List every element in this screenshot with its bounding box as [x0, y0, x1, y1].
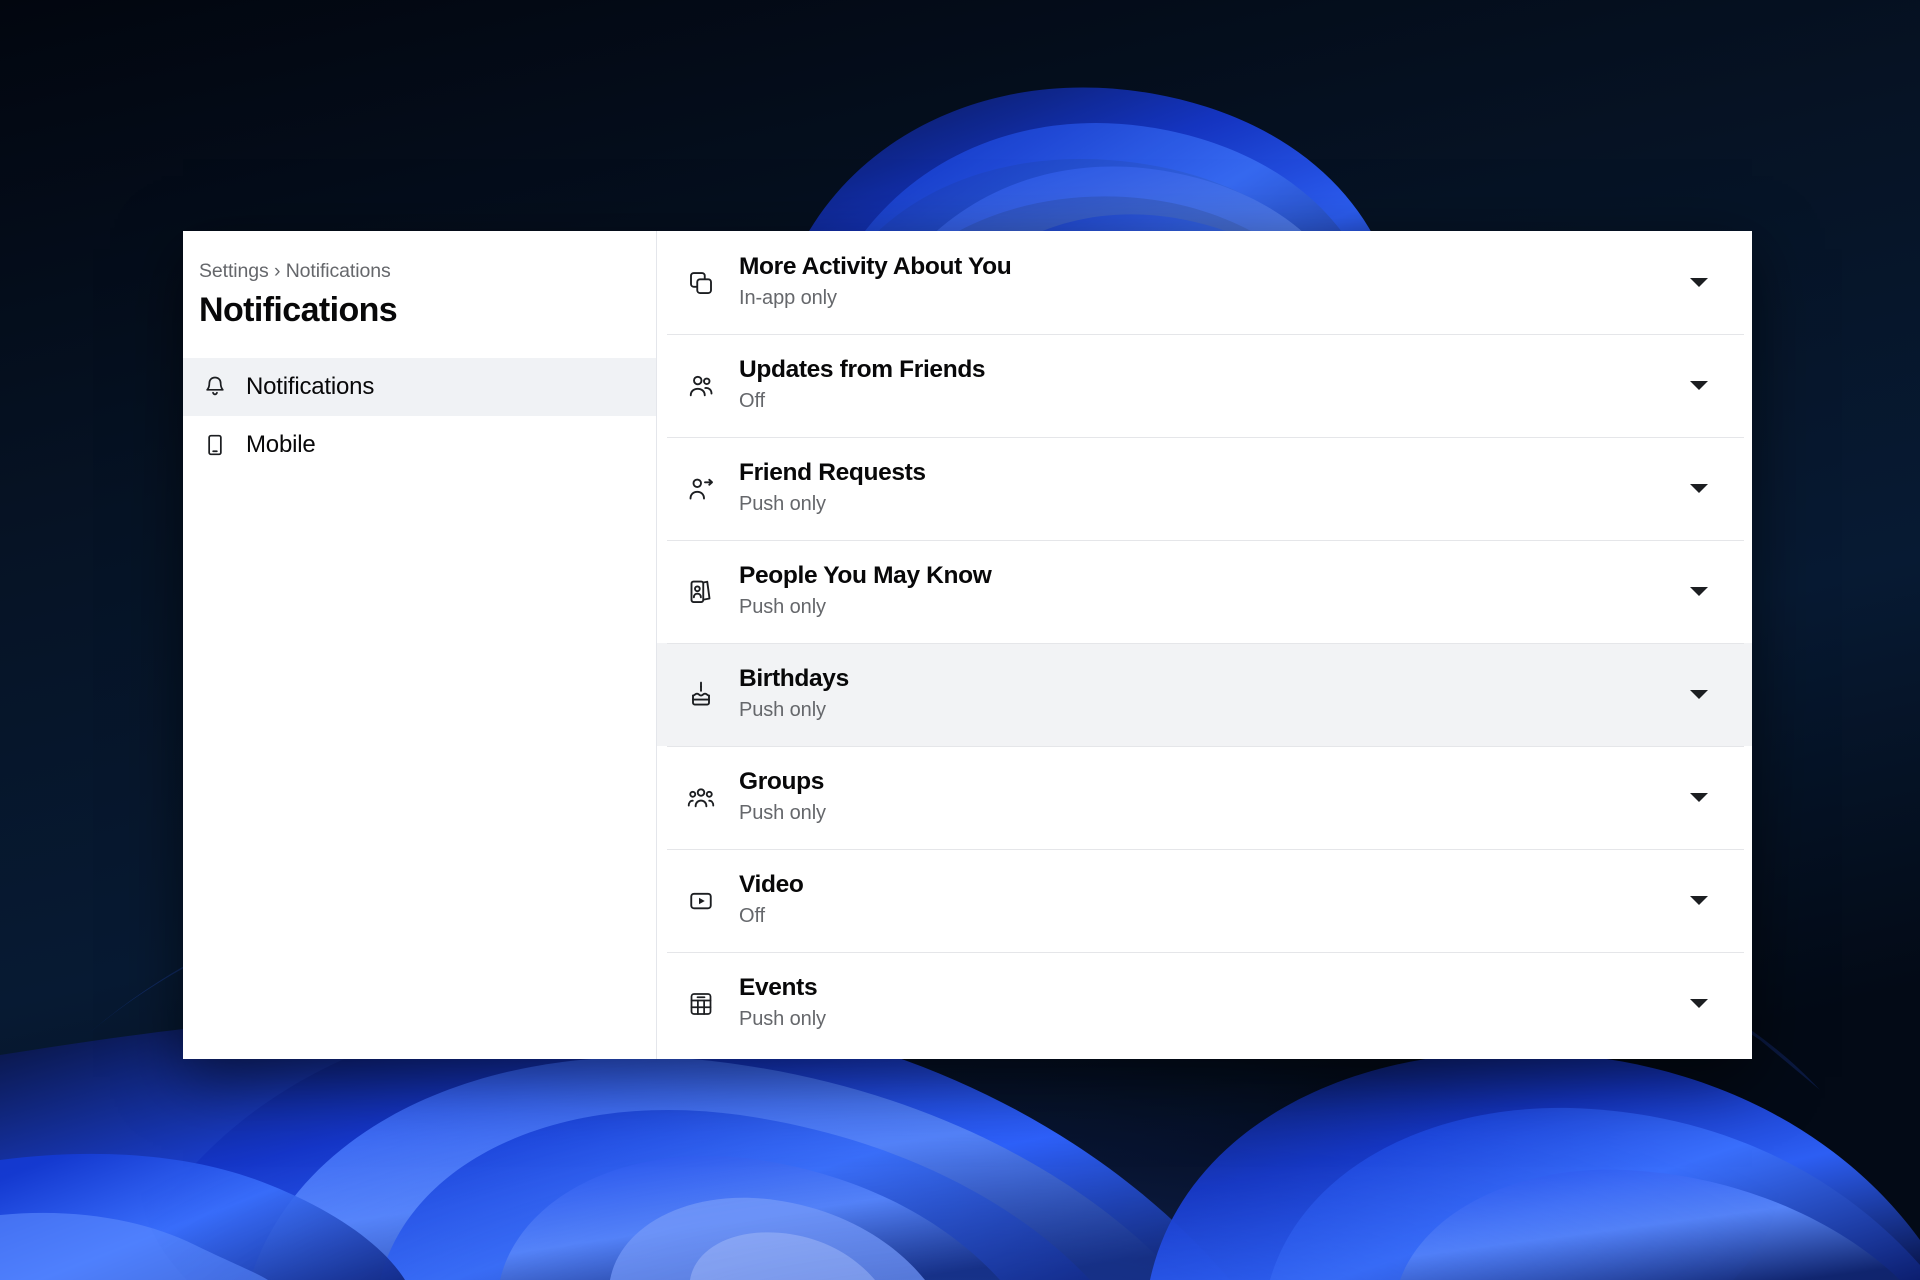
row-text: Friend Requests Push only — [739, 458, 1682, 519]
chevron-down-icon[interactable] — [1682, 575, 1716, 609]
row-title: Events — [739, 973, 818, 1001]
sidebar-item-mobile[interactable]: Mobile — [183, 416, 656, 474]
table-row[interactable]: Video Off — [657, 849, 1752, 952]
row-title: Friend Requests — [739, 458, 926, 486]
sidebar-item-label: Notifications — [246, 373, 375, 401]
contact-card-icon — [679, 570, 723, 614]
row-text: People You May Know Push only — [739, 561, 1682, 622]
chevron-down-icon[interactable] — [1682, 987, 1716, 1021]
row-divider — [667, 334, 1744, 335]
table-row[interactable]: Birthdays Push only — [657, 643, 1752, 746]
table-row[interactable]: Events Push only — [657, 952, 1752, 1055]
three-people-icon — [679, 776, 723, 820]
chevron-down-icon[interactable] — [1682, 369, 1716, 403]
row-title: People You May Know — [739, 561, 992, 589]
page-title: Notifications — [199, 291, 398, 330]
table-row[interactable]: More Activity About You In-app only — [657, 231, 1752, 334]
row-status: Off — [739, 905, 766, 928]
calendar-grid-icon — [679, 982, 723, 1026]
row-divider — [667, 437, 1744, 438]
row-status: Push only — [739, 802, 826, 825]
chevron-down-icon[interactable] — [1682, 472, 1716, 506]
copy-squares-icon — [679, 261, 723, 305]
row-text: Updates from Friends Off — [739, 355, 1682, 416]
chevron-down-icon[interactable] — [1682, 781, 1716, 815]
settings-sidebar: Settings › Notifications Notifications N… — [183, 231, 657, 1059]
table-row[interactable]: Friend Requests Push only — [657, 437, 1752, 540]
sidebar-nav: Notifications Mobile — [183, 358, 656, 474]
sidebar-header: Settings › Notifications Notifications — [183, 231, 656, 344]
row-divider — [667, 643, 1744, 644]
row-title: Birthdays — [739, 664, 849, 692]
breadcrumb[interactable]: Settings › Notifications — [199, 259, 656, 284]
row-divider — [667, 952, 1744, 953]
row-text: Birthdays Push only — [739, 664, 1682, 725]
settings-list: More Activity About You In-app only Upda… — [657, 231, 1752, 1055]
settings-window: Settings › Notifications Notifications N… — [183, 231, 1752, 1059]
row-status: In-app only — [739, 287, 837, 310]
video-play-icon — [679, 879, 723, 923]
row-status: Push only — [739, 596, 826, 619]
row-divider — [667, 540, 1744, 541]
row-text: Video Off — [739, 870, 1682, 931]
mobile-phone-icon — [201, 431, 229, 459]
two-people-icon — [679, 364, 723, 408]
row-status: Push only — [739, 493, 826, 516]
notification-settings-panel: More Activity About You In-app only Upda… — [657, 231, 1752, 1059]
row-divider — [667, 746, 1744, 747]
person-arrow-icon — [679, 467, 723, 511]
row-title: Video — [739, 870, 804, 898]
row-divider — [667, 849, 1744, 850]
sidebar-item-notifications[interactable]: Notifications — [183, 358, 656, 417]
row-text: More Activity About You In-app only — [739, 252, 1682, 313]
chevron-down-icon[interactable] — [1682, 678, 1716, 712]
chevron-down-icon[interactable] — [1682, 884, 1716, 918]
row-status: Push only — [739, 699, 826, 722]
sidebar-item-label: Mobile — [246, 431, 316, 459]
table-row[interactable]: Groups Push only — [657, 746, 1752, 849]
chevron-down-icon[interactable] — [1682, 266, 1716, 300]
row-text: Events Push only — [739, 973, 1682, 1034]
row-text: Groups Push only — [739, 767, 1682, 828]
bell-icon — [201, 373, 229, 401]
row-title: Updates from Friends — [739, 355, 986, 383]
table-row[interactable]: People You May Know Push only — [657, 540, 1752, 643]
row-status: Push only — [739, 1008, 826, 1031]
table-row[interactable]: Updates from Friends Off — [657, 334, 1752, 437]
birthday-cake-icon — [679, 673, 723, 717]
row-title: Groups — [739, 767, 825, 795]
row-title: More Activity About You — [739, 252, 1012, 280]
row-status: Off — [739, 390, 766, 413]
desktop: Settings › Notifications Notifications N… — [0, 0, 1920, 1280]
